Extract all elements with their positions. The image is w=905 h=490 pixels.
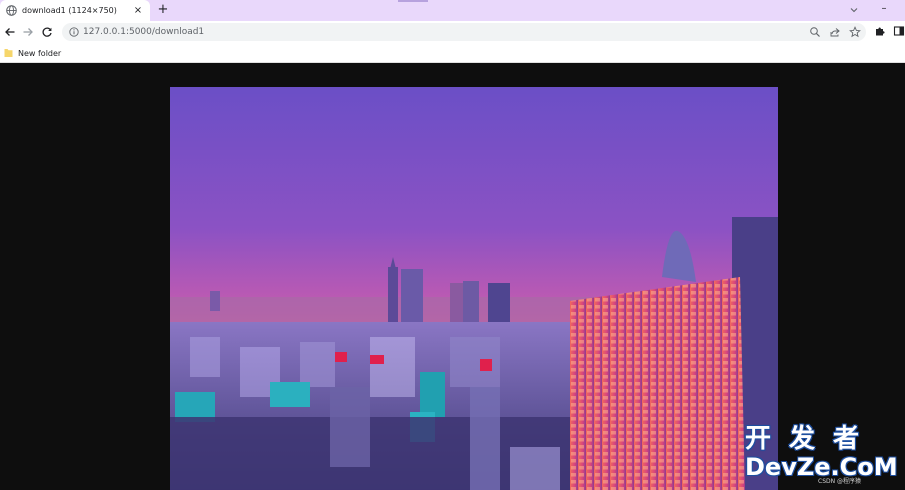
globe-icon xyxy=(6,5,17,16)
tab-strip: download1 (1124×750) × + – xyxy=(0,0,905,21)
address-bar[interactable]: 127.0.0.1:5000/download1 xyxy=(62,23,866,41)
url-text[interactable]: 127.0.0.1:5000/download1 xyxy=(83,26,204,38)
info-icon[interactable] xyxy=(69,27,79,37)
reload-icon[interactable] xyxy=(40,25,54,39)
watermark-source-text: CSDN @程序猿 xyxy=(818,478,862,485)
forward-icon[interactable] xyxy=(21,25,35,39)
watermark-cn-text: 开发者 xyxy=(745,424,878,454)
extensions-icon[interactable] xyxy=(874,25,886,37)
back-icon[interactable] xyxy=(3,25,17,39)
tab-close-icon[interactable]: × xyxy=(132,5,144,17)
tab-strip-marker xyxy=(398,0,428,2)
tab-download1[interactable]: download1 (1124×750) × xyxy=(0,0,150,21)
tab-title: download1 (1124×750) xyxy=(22,6,117,15)
toolbar: 127.0.0.1:5000/download1 xyxy=(0,21,905,43)
new-tab-button[interactable]: + xyxy=(156,3,170,17)
zoom-icon[interactable] xyxy=(809,26,821,38)
share-icon[interactable] xyxy=(829,26,841,38)
chevron-down-icon[interactable] xyxy=(848,4,860,16)
bookmark-label: New folder xyxy=(18,48,62,58)
minimize-button[interactable]: – xyxy=(878,4,890,16)
side-panel-icon[interactable] xyxy=(893,25,905,37)
folder-icon xyxy=(4,48,13,58)
displayed-image[interactable] xyxy=(170,87,778,490)
watermark-logo: 开发者 DevZe.CoM xyxy=(745,424,898,482)
bookmark-star-icon[interactable] xyxy=(849,26,861,38)
bookmarks-bar: New folder xyxy=(0,43,905,63)
bookmark-folder-new-folder[interactable]: New folder xyxy=(4,47,61,59)
